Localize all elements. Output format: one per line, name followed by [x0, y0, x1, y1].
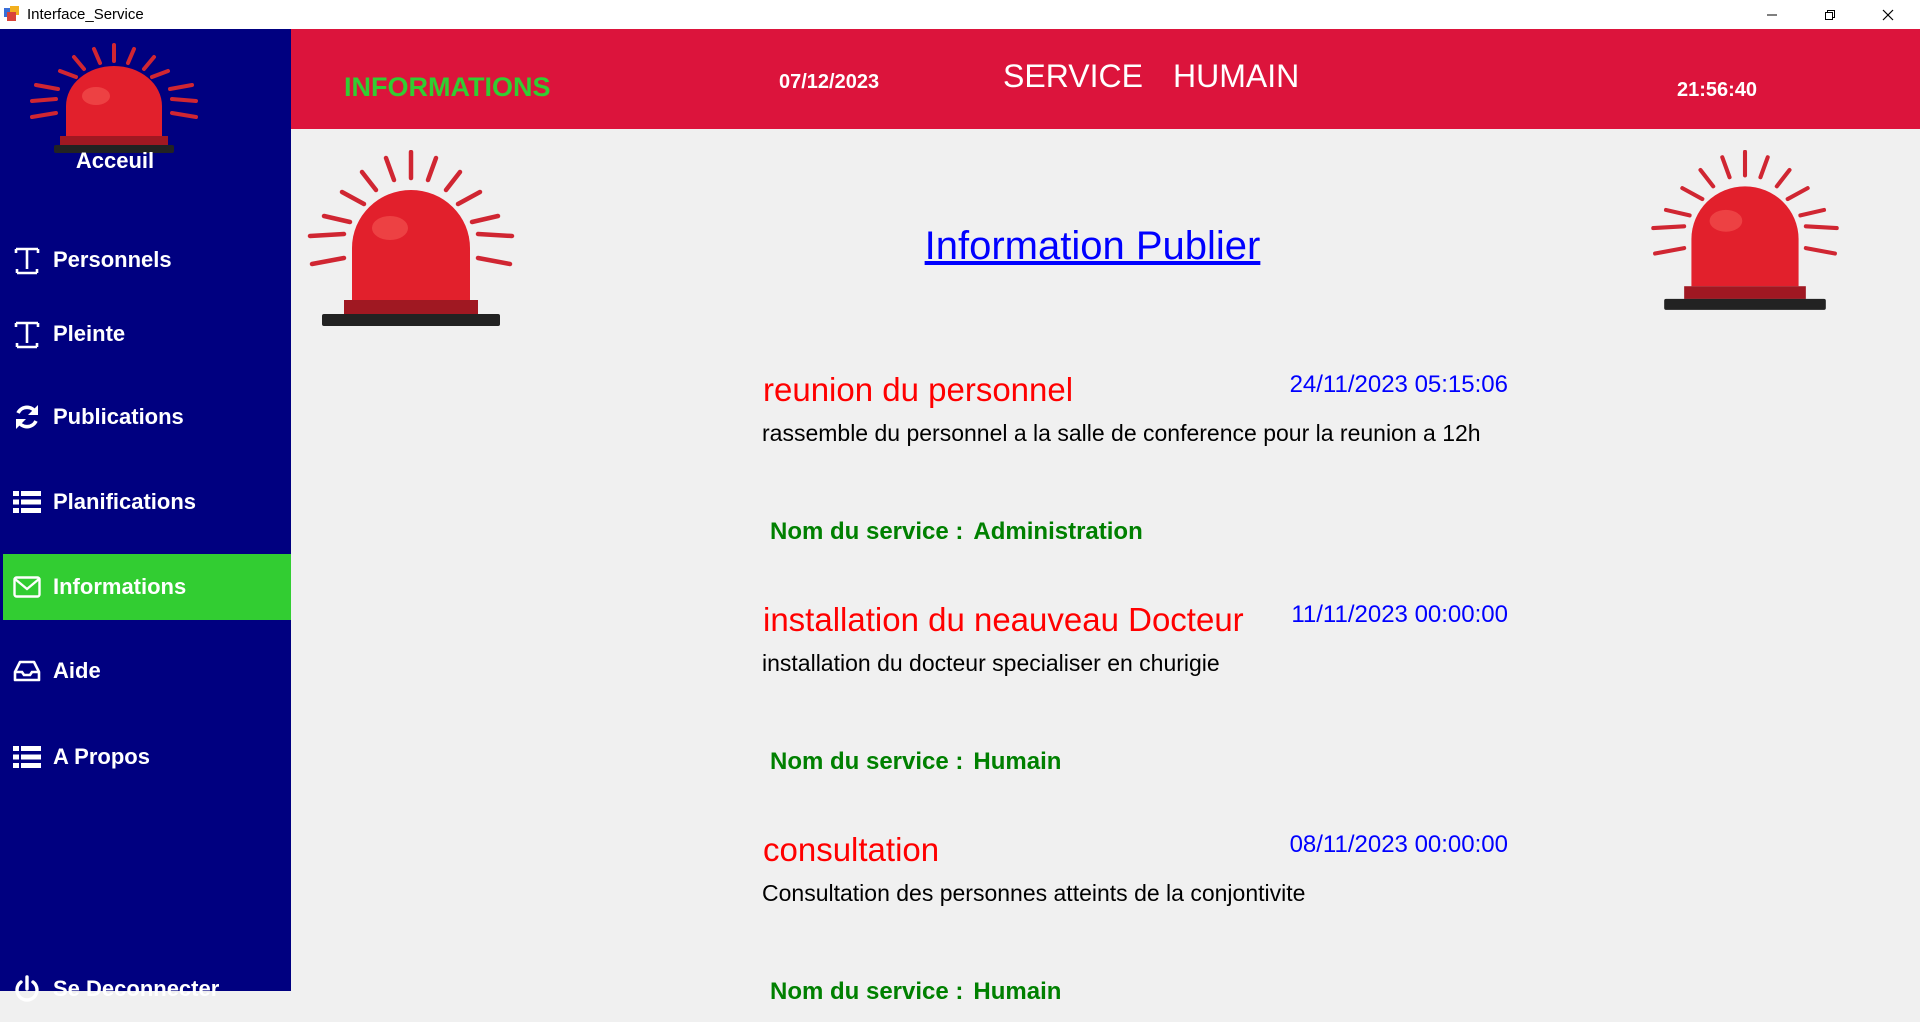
post-service: Nom du service : Administration	[770, 518, 1143, 546]
restore-icon	[1825, 9, 1835, 20]
current-time: 21:56:40	[1677, 79, 1758, 101]
top-header: INFORMATIONS 07/12/2023 SERVICE HUMAIN 2…	[291, 29, 1920, 129]
sidebar-item-label: Planifications	[53, 489, 197, 514]
sidebar-item-label: Pleinte	[53, 321, 126, 346]
minimize-button[interactable]	[1743, 0, 1801, 29]
restore-button[interactable]	[1801, 0, 1859, 29]
service-prefix: Nom du service :	[770, 978, 964, 1005]
window-titlebar: Interface_Service	[0, 0, 1920, 29]
list-icon	[12, 742, 42, 772]
sidebar-item-a-propos[interactable]: A Propos	[3, 724, 291, 790]
home-label[interactable]: Acceuil	[0, 148, 230, 174]
sidebar-item-publications[interactable]: Publications	[3, 384, 291, 450]
service-prefix: Nom du service :	[770, 518, 964, 545]
sidebar-item-planifications[interactable]: Planifications	[3, 469, 291, 535]
app-icon	[4, 6, 21, 26]
post-service: Nom du service : Humain	[770, 748, 1061, 776]
sidebar: Acceuil Personnels Pleinte Publications …	[0, 29, 291, 1002]
sidebar-item-pleinte[interactable]: Pleinte	[3, 301, 291, 367]
list-icon	[12, 487, 42, 517]
service-word: SERVICE	[1003, 58, 1143, 94]
page-title: Information Publier	[924, 224, 1261, 268]
post-service: Nom du service : Humain	[770, 978, 1061, 1006]
service-value: Humain	[973, 748, 1062, 775]
sidebar-item-label: Informations	[53, 574, 187, 599]
post-body: rassemble du personnel a la salle de con…	[762, 420, 1481, 446]
service-prefix: Nom du service :	[770, 748, 964, 775]
window-title: Interface_Service	[27, 6, 144, 23]
sidebar-item-label: Aide	[53, 658, 101, 683]
post-body: installation du docteur specialiser en c…	[762, 650, 1220, 676]
service-value: Humain	[973, 978, 1062, 1005]
text-cursor-icon	[12, 319, 42, 349]
sidebar-item-informations[interactable]: Informations	[3, 554, 291, 620]
post-title: installation du neauveau Docteur	[763, 601, 1244, 638]
post-title: reunion du personnel	[763, 371, 1074, 408]
post-body: Consultation des personnes atteints de l…	[762, 880, 1306, 906]
sidebar-item-aide[interactable]: Aide	[3, 638, 291, 704]
post-datetime: 11/11/2023 00:00:00	[1291, 601, 1508, 628]
service-name: HUMAIN	[1173, 58, 1300, 94]
current-date: 07/12/2023	[779, 71, 880, 93]
siren-icon[interactable]	[26, 41, 202, 161]
post-datetime: 24/11/2023 05:15:06	[1289, 371, 1508, 398]
service-value: Administration	[973, 518, 1143, 545]
minimize-icon	[1767, 14, 1777, 15]
post-datetime: 08/11/2023 00:00:00	[1289, 831, 1508, 858]
sidebar-item-label: A Propos	[53, 744, 150, 769]
section-title: INFORMATIONS	[344, 72, 551, 102]
logout-label: Se Deconnecter	[53, 976, 220, 1001]
sidebar-item-label: Publications	[53, 404, 184, 429]
close-button[interactable]	[1859, 0, 1917, 29]
refresh-icon	[12, 402, 42, 432]
close-icon	[1882, 9, 1894, 20]
envelope-icon	[12, 572, 42, 602]
inbox-icon	[12, 656, 42, 686]
post-title: consultation	[763, 831, 940, 868]
power-icon	[12, 974, 42, 1004]
logout-button[interactable]: Se Deconnecter	[3, 956, 291, 1022]
